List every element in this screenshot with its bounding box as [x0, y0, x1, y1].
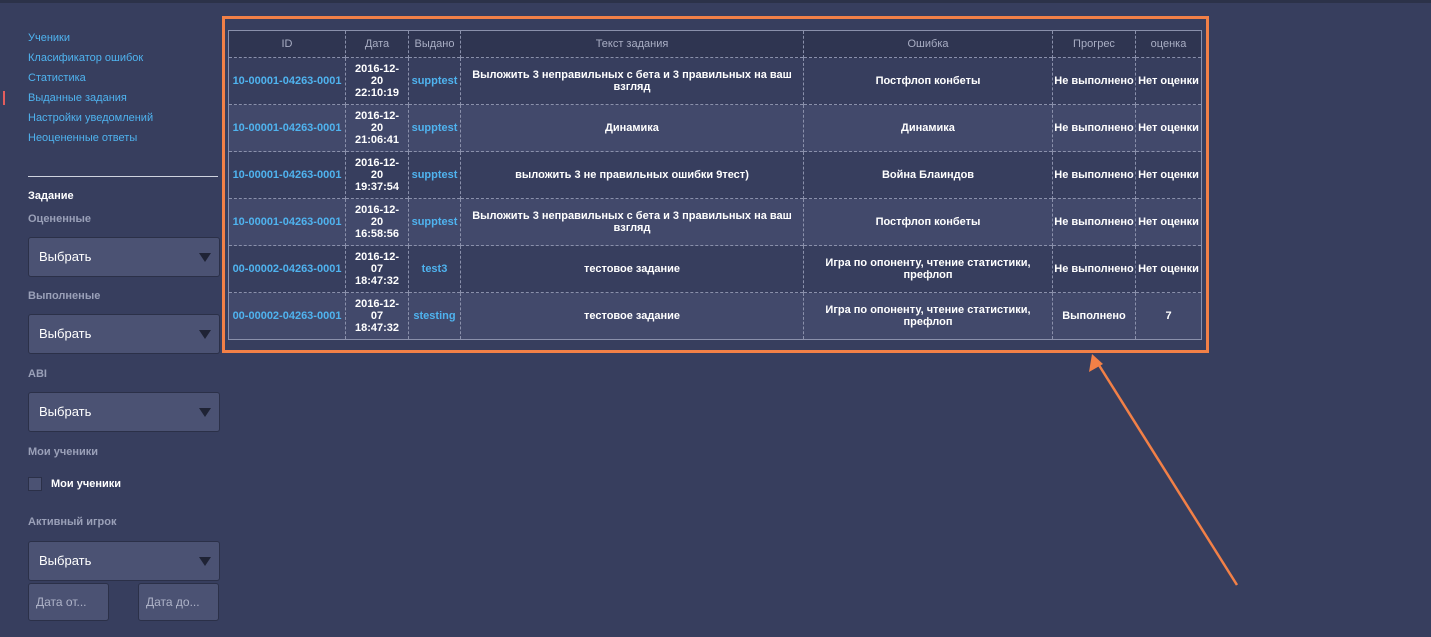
- annotation-arrow: [1089, 354, 1239, 586]
- annotation-arrow-line: [1095, 361, 1239, 586]
